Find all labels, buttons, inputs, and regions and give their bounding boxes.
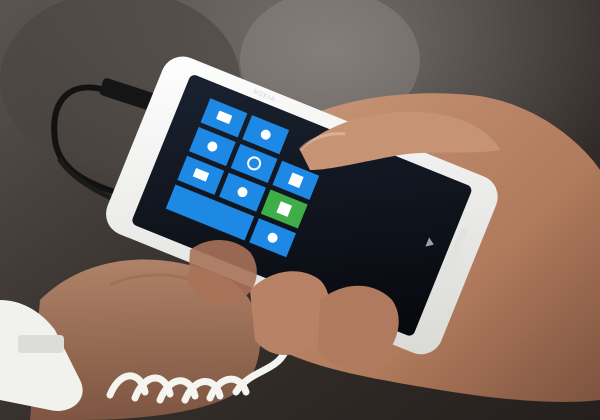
- photo-illustration: NOKIA: [0, 0, 600, 420]
- photo-scene: NOKIA: [0, 0, 600, 420]
- right-pinky-finger: [188, 240, 257, 305]
- security-tether-clip: [18, 335, 64, 353]
